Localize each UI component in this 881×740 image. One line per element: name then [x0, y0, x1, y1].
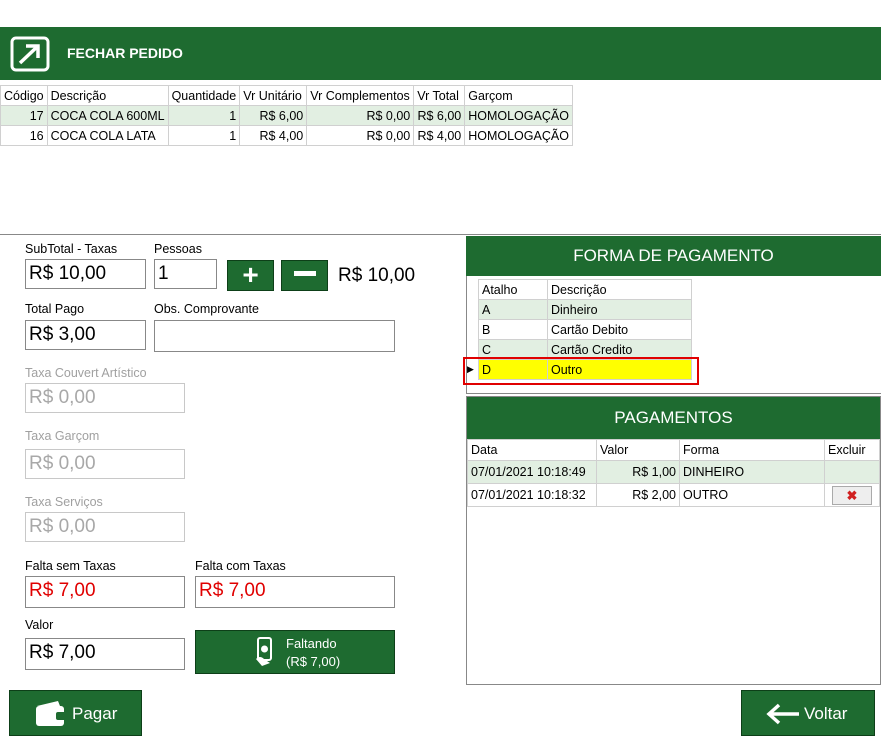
- cell-atalho: A: [478, 299, 548, 320]
- cell-vr-complementos: R$ 0,00: [306, 125, 415, 146]
- table-row[interactable]: 16 COCA COLA LATA 1 R$ 4,00 R$ 0,00 R$ 4…: [0, 125, 573, 146]
- cell-garcom: HOMOLOGAÇÃO: [464, 105, 573, 126]
- column-header: Forma: [679, 439, 825, 461]
- cell-descricao: Dinheiro: [547, 299, 692, 320]
- subtotal-label: SubTotal - Taxas: [25, 242, 118, 256]
- table-header-row: Atalho Descrição: [467, 279, 692, 300]
- falta-sem-field[interactable]: R$ 7,00: [25, 576, 185, 608]
- total-pago-label: Total Pago: [25, 302, 85, 316]
- cell-data: 07/01/2021 10:18:32: [467, 483, 597, 507]
- cell-excluir: [824, 460, 880, 484]
- page-title: FECHAR PEDIDO: [67, 45, 183, 61]
- voltar-label: Voltar: [804, 704, 848, 723]
- pessoas-field[interactable]: 1: [154, 259, 217, 289]
- cell-atalho: B: [478, 319, 548, 340]
- payment-row[interactable]: 07/01/2021 10:18:32 R$ 2,00 OUTRO ✖: [467, 483, 880, 507]
- column-header: Código: [0, 85, 48, 106]
- exit-arrow-icon: [10, 36, 50, 72]
- pagamentos-table: Data Valor Forma Excluir 07/01/2021 10:1…: [467, 439, 880, 507]
- payment-method-row[interactable]: B Cartão Debito: [467, 319, 692, 340]
- cell-forma: DINHEIRO: [679, 460, 825, 484]
- column-header: Atalho: [478, 279, 548, 300]
- garcom-tax-label: Taxa Garçom: [25, 429, 100, 443]
- cell-descricao: COCA COLA 600ML: [46, 105, 169, 126]
- per-person-value: R$ 10,00: [338, 265, 416, 286]
- order-items-area: Código Descrição Quantidade Vr Unitário …: [0, 82, 881, 235]
- table-header-row: Data Valor Forma Excluir: [467, 439, 880, 461]
- forma-pagamento-header: FORMA DE PAGAMENTO: [466, 236, 881, 276]
- falta-com-label: Falta com Taxas: [195, 559, 286, 573]
- cell-forma: OUTRO: [679, 483, 825, 507]
- table-header-row: Código Descrição Quantidade Vr Unitário …: [0, 85, 573, 106]
- cell-vr-total: R$ 6,00: [413, 105, 466, 126]
- falta-com-field[interactable]: R$ 7,00: [195, 576, 395, 608]
- arrow-left-icon: [766, 703, 799, 725]
- cell-codigo: 17: [0, 105, 48, 126]
- cell-descricao: Cartão Debito: [547, 319, 692, 340]
- minus-icon: [293, 271, 316, 277]
- valor-field[interactable]: R$ 7,00: [25, 638, 185, 670]
- subtotal-field[interactable]: R$ 10,00: [25, 259, 146, 289]
- cell-garcom: HOMOLOGAÇÃO: [464, 125, 573, 146]
- pessoas-label: Pessoas: [154, 242, 202, 256]
- column-header: Valor: [596, 439, 680, 461]
- cell-vr-total: R$ 4,00: [413, 125, 466, 146]
- cell-quantidade: 1: [167, 105, 241, 126]
- cell-vr-unitario: R$ 6,00: [239, 105, 308, 126]
- row-indicator-header: [467, 279, 479, 300]
- order-items-table: Código Descrição Quantidade Vr Unitário …: [0, 85, 573, 146]
- cell-excluir: ✖: [824, 483, 880, 507]
- obs-comprovante-field[interactable]: [154, 320, 395, 352]
- pagamentos-header: PAGAMENTOS: [467, 397, 880, 439]
- payment-row[interactable]: 07/01/2021 10:18:49 R$ 1,00 DINHEIRO: [467, 460, 880, 484]
- cell-valor: R$ 2,00: [596, 483, 680, 507]
- cell-codigo: 16: [0, 125, 48, 146]
- table-row[interactable]: 17 COCA COLA 600ML 1 R$ 6,00 R$ 0,00 R$ …: [0, 105, 573, 126]
- column-header: Descrição: [46, 85, 169, 106]
- couvert-label: Taxa Couvert Artístico: [25, 366, 147, 380]
- falta-sem-label: Falta sem Taxas: [25, 559, 116, 573]
- servicos-label: Taxa Serviços: [25, 495, 103, 509]
- cell-vr-complementos: R$ 0,00: [306, 105, 415, 126]
- pagar-label: Pagar: [72, 704, 118, 723]
- cell-quantidade: 1: [167, 125, 241, 146]
- plus-icon: +: [242, 259, 259, 290]
- cell-descricao: COCA COLA LATA: [46, 125, 169, 146]
- column-header: Data: [467, 439, 597, 461]
- payment-method-row[interactable]: A Dinheiro: [467, 299, 692, 320]
- couvert-field[interactable]: R$ 0,00: [25, 383, 185, 413]
- total-pago-field[interactable]: R$ 3,00: [25, 320, 146, 350]
- wallet-icon: [36, 701, 66, 726]
- column-header: Vr Total: [413, 85, 466, 106]
- column-header: Quantidade: [167, 85, 241, 106]
- add-person-button[interactable]: +: [227, 260, 274, 291]
- column-header: Vr Complementos: [306, 85, 415, 106]
- pagar-button[interactable]: Pagar: [9, 690, 142, 736]
- faltando-label: Faltando: [286, 636, 337, 651]
- column-header: Excluir: [824, 439, 880, 461]
- cash-hand-icon: [256, 637, 272, 666]
- column-header: Vr Unitário: [239, 85, 308, 106]
- voltar-button[interactable]: Voltar: [741, 690, 875, 736]
- delete-payment-button[interactable]: ✖: [832, 485, 872, 505]
- servicos-field[interactable]: R$ 0,00: [25, 512, 185, 542]
- obs-label: Obs. Comprovante: [154, 302, 259, 316]
- remove-person-button[interactable]: [281, 260, 328, 291]
- cell-valor: R$ 1,00: [596, 460, 680, 484]
- valor-label: Valor: [25, 618, 54, 632]
- selection-highlight-box: [463, 357, 699, 385]
- cell-data: 07/01/2021 10:18:49: [467, 460, 597, 484]
- column-header: Garçom: [464, 85, 573, 106]
- cell-vr-unitario: R$ 4,00: [239, 125, 308, 146]
- garcom-tax-field[interactable]: R$ 0,00: [25, 449, 185, 479]
- window-header: FECHAR PEDIDO: [0, 27, 881, 80]
- faltando-button[interactable]: Faltando (R$ 7,00): [195, 630, 395, 674]
- delete-x-icon: ✖: [846, 487, 858, 503]
- faltando-value: (R$ 7,00): [286, 654, 341, 669]
- pagamentos-panel: PAGAMENTOS Data Valor Forma Excluir 07/0…: [466, 396, 881, 685]
- column-header: Descrição: [547, 279, 692, 300]
